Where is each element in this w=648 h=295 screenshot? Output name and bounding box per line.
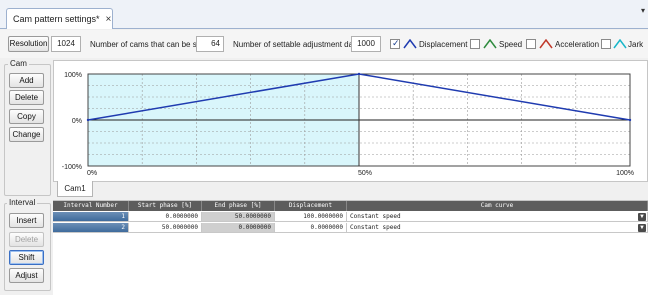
row1-displacement[interactable]: 100.0000000: [275, 212, 347, 222]
acceleration-curve-icon: [539, 39, 553, 49]
series-point: [86, 118, 90, 122]
speed-curve-icon: [483, 39, 497, 49]
y-tick-label: 100%: [64, 72, 82, 79]
row2-end-phase[interactable]: 0.0000000: [202, 223, 275, 233]
speed-checkbox[interactable]: [470, 39, 480, 49]
col-header-cam-curve: Cam curve: [347, 201, 648, 211]
col-header-start-phase: Start phase [%]: [129, 201, 202, 211]
row1-interval-number[interactable]: 1: [53, 212, 129, 222]
insert-interval-button[interactable]: Insert: [9, 213, 44, 228]
row1-cam-curve[interactable]: Constant speed: [347, 212, 648, 222]
add-cam-button[interactable]: Add: [9, 73, 44, 88]
row1-end-phase[interactable]: 50.0000000: [202, 212, 275, 222]
change-cam-button[interactable]: Change: [9, 127, 44, 142]
x-tick-label: 0%: [87, 170, 97, 177]
adjust-interval-button[interactable]: Adjust: [9, 268, 44, 283]
col-header-interval-number: Interval Number: [53, 201, 129, 211]
jark-curve-icon: [613, 39, 627, 49]
cam-group-title: Cam: [8, 59, 29, 68]
col-header-displacement: Displacement: [275, 201, 347, 211]
y-tick-label: -100%: [62, 164, 82, 171]
document-tab-strip: Cam pattern settings* × ▾: [0, 0, 648, 29]
legend-displacement-label: Displacement: [419, 40, 468, 49]
interval-table: Interval Number Start phase [%] End phas…: [53, 200, 648, 295]
x-tick-label: 100%: [616, 170, 634, 177]
settings-bar: Resolution 1024 Number of cams that can …: [0, 30, 648, 58]
resolution-value: 1024: [51, 36, 81, 52]
displacement-checkbox[interactable]: [390, 38, 400, 49]
chevron-down-icon[interactable]: ▼: [638, 224, 646, 232]
adjust-label: Number of settable adjustment data: [233, 40, 360, 49]
cams-label: Number of cams that can be set: [90, 40, 204, 49]
close-icon[interactable]: ×: [106, 14, 112, 25]
row2-displacement[interactable]: 0.0000000: [275, 223, 347, 233]
legend-speed-label: Speed: [499, 40, 523, 49]
tab-cam1[interactable]: Cam1: [57, 181, 93, 197]
row2-interval-number[interactable]: 2: [53, 223, 129, 233]
jark-checkbox[interactable]: [601, 39, 611, 49]
tab-menu-icon[interactable]: ▾: [641, 6, 645, 15]
resolution-button[interactable]: Resolution: [8, 36, 49, 52]
series-point: [357, 72, 361, 76]
interval-group-title: Interval: [7, 198, 38, 207]
chevron-down-icon[interactable]: ▼: [638, 213, 646, 221]
delete-interval-button[interactable]: Delete: [9, 232, 44, 247]
copy-cam-button[interactable]: Copy: [9, 109, 44, 124]
tab-cam-pattern-settings[interactable]: Cam pattern settings* ×: [6, 8, 113, 29]
y-tick-label: 0%: [72, 118, 82, 125]
acceleration-checkbox[interactable]: [526, 39, 536, 49]
legend-jark-label: Jark: [628, 40, 644, 49]
x-tick-label: 50%: [358, 170, 372, 177]
row1-start-phase[interactable]: 0.0000000: [129, 212, 202, 222]
tab-title: Cam pattern settings*: [13, 14, 100, 24]
cams-value: 64: [196, 36, 224, 52]
row2-cam-curve[interactable]: Constant speed: [347, 223, 648, 233]
series-point: [628, 118, 632, 122]
legend-acceleration-label: Acceleration: [555, 40, 600, 49]
col-header-end-phase: End phase [%]: [202, 201, 275, 211]
displacement-curve-icon: [403, 39, 417, 49]
delete-cam-button[interactable]: Delete: [9, 90, 44, 105]
cam-chart[interactable]: 100% 0% -100% 0% 50% 100%: [54, 61, 647, 181]
cam-chart-panel: 100% 0% -100% 0% 50% 100%: [53, 60, 648, 182]
row2-start-phase[interactable]: 50.0000000: [129, 223, 202, 233]
adjust-value: 1000: [351, 36, 381, 52]
shift-interval-button[interactable]: Shift: [9, 250, 44, 265]
